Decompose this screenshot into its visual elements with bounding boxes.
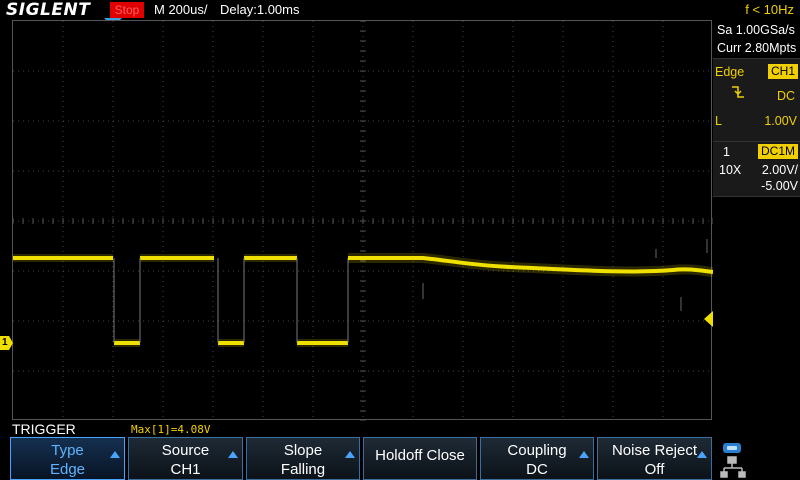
graticule xyxy=(13,21,713,421)
softkey-type-label: Type xyxy=(51,442,84,459)
usb-icon xyxy=(723,443,741,453)
top-status-bar: SIGLENT Stop M 200us/ Delay:1.00ms f < 1… xyxy=(0,0,800,20)
up-arrow-icon xyxy=(579,451,589,458)
memory-depth: Curr 2.80Mpts xyxy=(717,41,797,55)
softkey-noise-reject-value: Off xyxy=(644,461,665,478)
softkey-type[interactable]: Type Edge xyxy=(10,437,125,480)
trigger-level-value: 1.00V xyxy=(764,114,797,128)
softkey-coupling-value: DC xyxy=(526,461,548,478)
softkey-type-value: Edge xyxy=(49,461,86,478)
softkey-coupling[interactable]: Coupling DC xyxy=(480,437,594,480)
softkey-bar: Type Edge Source CH1 Slope Falling Holdo… xyxy=(10,437,713,480)
softkey-coupling-label: Coupling xyxy=(507,442,567,459)
trigger-level-label: L xyxy=(715,114,722,128)
network-icon xyxy=(720,456,746,478)
softkey-source-value: CH1 xyxy=(170,461,201,478)
up-arrow-icon xyxy=(697,451,707,458)
channel-coupling-impedance: DC1M xyxy=(757,144,798,159)
trigger-level-icon[interactable] xyxy=(703,311,713,327)
sample-rate: Sa 1.00GSa/s xyxy=(717,23,795,37)
channel1-info-box[interactable]: 1 DC1M 10X 2.00V/ -5.00V xyxy=(713,141,800,197)
volts-per-div: 2.00V/ xyxy=(761,163,798,177)
trigger-type: Edge xyxy=(715,65,745,79)
frequency-counter: f < 10Hz xyxy=(745,2,794,17)
timebase-readout: M 200us/ xyxy=(154,2,208,17)
up-arrow-icon xyxy=(228,451,238,458)
siglent-logo: SIGLENT xyxy=(6,0,91,20)
up-arrow-icon xyxy=(345,451,355,458)
falling-edge-icon xyxy=(732,86,744,98)
run-stop-status[interactable]: Stop xyxy=(110,2,144,18)
softkey-noise-reject[interactable]: Noise Reject Off xyxy=(597,437,712,480)
right-info-panel: Sa 1.00GSa/s Curr 2.80Mpts Edge CH1 DC L… xyxy=(713,20,800,420)
measurement-readout: Max[1]=4.08V xyxy=(131,423,211,436)
softkey-noise-reject-label: Noise Reject xyxy=(611,442,698,459)
status-icons xyxy=(718,441,798,479)
menu-title: TRIGGER xyxy=(12,421,76,437)
softkey-slope[interactable]: Slope Falling xyxy=(246,437,360,480)
up-arrow-icon xyxy=(110,451,120,458)
probe-attenuation: 10X xyxy=(719,163,742,177)
channel-number: 1 xyxy=(723,145,730,159)
connection-icons xyxy=(720,443,746,478)
softkey-slope-label: Slope xyxy=(283,442,323,459)
softkey-source-label: Source xyxy=(161,442,210,459)
waveform-display[interactable] xyxy=(12,20,713,421)
channel1-marker-label: 1 xyxy=(2,337,8,348)
channel-offset: -5.00V xyxy=(761,179,798,193)
delay-readout: Delay:1.00ms xyxy=(220,2,300,17)
softkey-source[interactable]: Source CH1 xyxy=(128,437,243,480)
softkey-holdoff[interactable]: Holdoff Close xyxy=(363,437,477,480)
softkey-slope-value: Falling xyxy=(280,461,326,478)
softkey-holdoff-label: Holdoff Close xyxy=(375,447,465,464)
trigger-source: CH1 xyxy=(767,64,798,79)
trigger-coupling: DC xyxy=(776,89,795,103)
